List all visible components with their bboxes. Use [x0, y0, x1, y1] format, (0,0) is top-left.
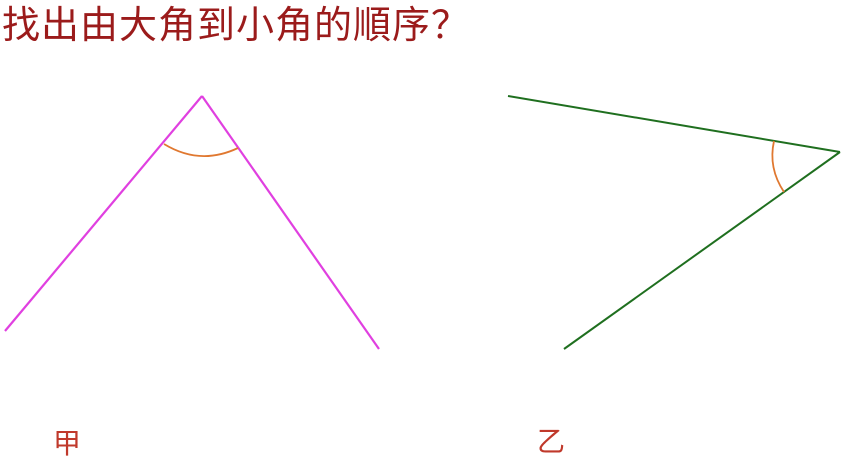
angle-b	[507, 95, 841, 350]
angle-b-label: 乙	[537, 425, 566, 458]
angle-b-arc	[771, 140, 785, 193]
angle-diagram	[4, 95, 841, 350]
angle-a	[4, 95, 380, 350]
angle-a-arc	[163, 143, 239, 157]
angle-a-left-ray	[4, 95, 203, 332]
angle-b-upper-ray	[507, 95, 841, 153]
angle-a-right-ray	[201, 95, 380, 350]
question-title: 找出由大角到小角的順序？	[2, 3, 471, 47]
angle-b-lower-ray	[563, 151, 841, 350]
angle-a-label: 甲	[53, 427, 82, 460]
